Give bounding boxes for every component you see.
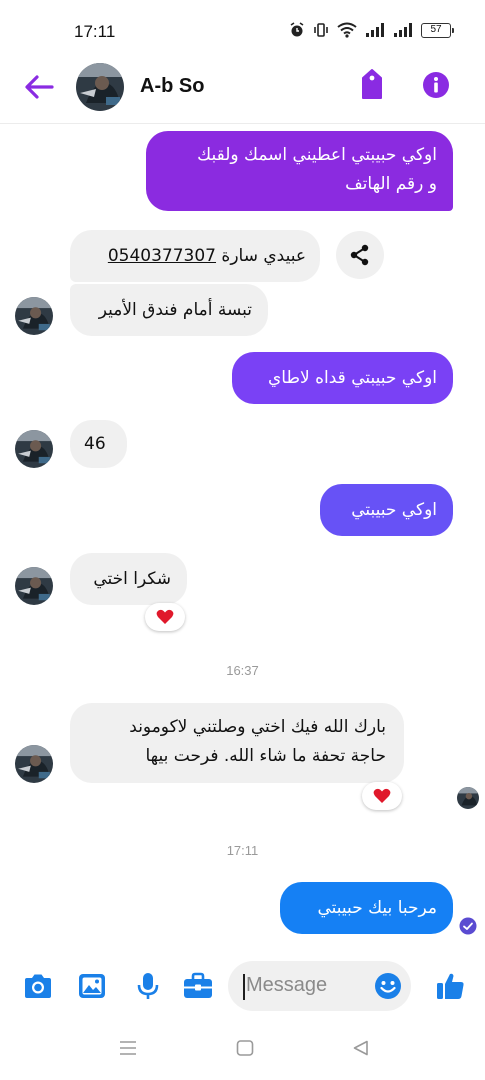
message-input[interactable]: Message: [228, 961, 411, 1011]
microphone-icon: [137, 973, 159, 999]
outgoing-message[interactable]: اوكي حبيبتي: [320, 484, 453, 536]
back-button[interactable]: [22, 72, 56, 102]
briefcase-icon: [184, 972, 212, 998]
sender-avatar[interactable]: [15, 745, 53, 783]
timestamp: 16:37: [226, 663, 259, 678]
tag-button[interactable]: [359, 68, 385, 100]
camera-icon: [25, 974, 51, 998]
signal-icon: [366, 23, 384, 37]
status-time: 17:11: [74, 22, 116, 41]
recent-apps-button[interactable]: [119, 1040, 137, 1060]
smiley-icon: [375, 973, 401, 999]
system-nav-bar: [0, 1030, 485, 1070]
like-button[interactable]: [435, 971, 467, 1001]
message-text: مرحبا بيك حبيبتي: [317, 898, 438, 918]
message-text-line: اوكي حبيبتي اعطيني اسمك ولقبك: [197, 145, 437, 165]
wifi-icon: [337, 22, 357, 38]
tag-icon: [362, 69, 382, 99]
status-bar: 17:11 57: [0, 0, 485, 58]
sender-avatar[interactable]: [15, 567, 53, 605]
reaction-badge[interactable]: [145, 603, 185, 631]
incoming-message[interactable]: شكرا اختي: [70, 553, 187, 605]
message-text: عبيدي سارة: [221, 246, 306, 266]
incoming-message[interactable]: 46: [70, 420, 127, 468]
avatar-photo: [15, 567, 53, 605]
outgoing-message[interactable]: مرحبا بيك حبيبتي: [280, 882, 453, 934]
contact-name[interactable]: A-b So: [140, 75, 204, 98]
avatar-photo: [457, 787, 479, 809]
reaction-badge[interactable]: [362, 782, 402, 810]
image-icon: [79, 974, 105, 998]
info-button[interactable]: [422, 71, 450, 99]
share-button[interactable]: [336, 231, 384, 279]
sender-avatar[interactable]: [15, 430, 53, 468]
outgoing-message[interactable]: اوكي حبيبتي اعطيني اسمك ولقبك و رقم الها…: [146, 131, 453, 211]
home-button[interactable]: [236, 1040, 254, 1060]
square-icon: [236, 1040, 254, 1056]
phone-link[interactable]: 0540377307: [108, 246, 216, 266]
avatar-photo: [15, 430, 53, 468]
signal-icon-2: [394, 23, 412, 37]
message-text: تبسة أمام فندق الأمير: [98, 300, 252, 320]
status-icons: 57: [289, 22, 454, 38]
message-text-line: حاجة تحفة ما شاء الله. فرحت بيها: [145, 746, 387, 766]
nav-back-button[interactable]: [352, 1040, 370, 1060]
heart-icon: [373, 788, 391, 803]
message-text: 46: [84, 434, 106, 454]
share-icon: [350, 244, 369, 266]
incoming-message[interactable]: عبيدي سارة 0540377307: [70, 230, 320, 282]
voice-button[interactable]: [132, 971, 164, 1001]
delivered-check-icon: [459, 917, 477, 935]
seen-indicator-avatar: [457, 787, 479, 809]
incoming-message[interactable]: تبسة أمام فندق الأمير: [70, 284, 268, 336]
text-caret: [243, 974, 245, 1000]
timestamp: 17:11: [226, 843, 259, 858]
battery-indicator: 57: [421, 22, 454, 38]
arrow-left-icon: [25, 75, 54, 99]
vibrate-icon: [314, 23, 328, 37]
info-icon: [423, 72, 449, 98]
message-placeholder: Message: [246, 974, 328, 996]
outgoing-message[interactable]: اوكي حبيبتي قداه لاطاي: [232, 352, 453, 404]
message-text-line: بارك الله فيك اختي وصلتني لاكوموند: [129, 717, 386, 737]
menu-icon: [120, 1041, 136, 1055]
message-text: اوكي حبيبتي قداه لاطاي: [268, 368, 437, 388]
message-text-line: و رقم الهاتف: [345, 174, 437, 194]
message-text: شكرا اختي: [93, 569, 171, 589]
tools-button[interactable]: [182, 971, 214, 1001]
message-composer: Message: [0, 955, 485, 1017]
chat-header: A-b So: [0, 58, 485, 124]
thumbs-up-icon: [437, 973, 464, 999]
incoming-message[interactable]: بارك الله فيك اختي وصلتني لاكوموند حاجة …: [70, 703, 404, 783]
heart-icon: [156, 609, 174, 624]
contact-avatar[interactable]: [76, 63, 124, 111]
avatar-photo: [15, 297, 53, 335]
message-text: اوكي حبيبتي: [351, 500, 437, 520]
avatar-photo: [15, 745, 53, 783]
camera-button[interactable]: [22, 971, 54, 1001]
avatar-photo: [76, 63, 124, 111]
triangle-back-icon: [353, 1040, 368, 1056]
sender-avatar[interactable]: [15, 297, 53, 335]
gallery-button[interactable]: [76, 971, 108, 1001]
alarm-icon: [290, 22, 304, 37]
emoji-button[interactable]: [374, 972, 402, 1000]
